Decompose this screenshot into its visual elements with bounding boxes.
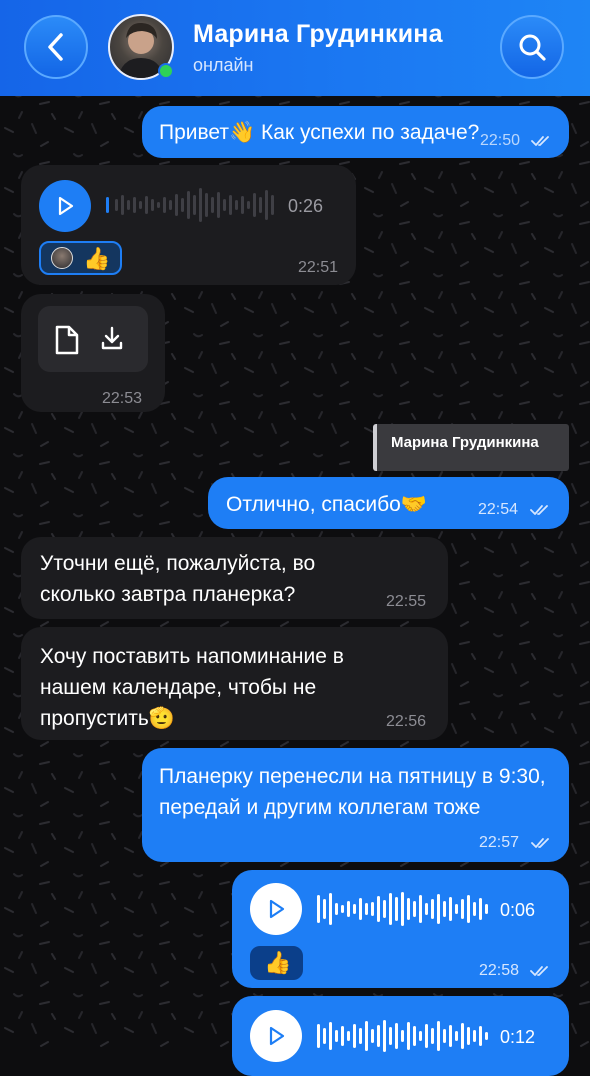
play-button[interactable] (250, 883, 302, 935)
message-text: Хочу поставить напоминание в нашем кален… (40, 645, 344, 730)
file-attachment[interactable] (38, 306, 148, 372)
message-time: 22:54 (478, 501, 519, 518)
message-time: 22:53 (102, 390, 143, 407)
play-icon (58, 196, 74, 216)
message-time: 22:58 (479, 962, 520, 979)
message-time: 22:56 (386, 713, 427, 730)
message-text: Уточни ещё, пожалуйста, во сколько завтр… (40, 552, 316, 606)
play-icon (269, 899, 285, 919)
voice-duration: 0:06 (500, 900, 536, 920)
reply-author: Марина Грудинкина (391, 434, 539, 451)
message-outgoing-voice[interactable]: 0:06 👍 22:58 (232, 870, 569, 988)
download-icon[interactable] (100, 326, 124, 352)
message-time: 22:55 (386, 593, 427, 610)
contact-name[interactable]: Марина Грудинкина (193, 20, 443, 49)
contact-status: онлайн (193, 55, 254, 75)
reaction-avatar (51, 247, 73, 269)
play-icon (269, 1026, 285, 1046)
back-button[interactable] (24, 15, 88, 79)
reaction-emoji: 👍 (83, 246, 111, 271)
voice-waveform[interactable] (106, 185, 281, 225)
message-text: Привет👋 Как успехи по задаче? (159, 121, 480, 144)
double-check-icon (530, 966, 548, 976)
chevron-left-icon (48, 33, 63, 61)
double-check-icon (531, 838, 549, 848)
reaction-badge[interactable]: 👍 (39, 241, 122, 275)
message-incoming-file[interactable]: 22:53 (21, 294, 165, 412)
message-incoming[interactable]: Хочу поставить напоминание в нашем кален… (21, 627, 448, 740)
message-outgoing[interactable]: Планерку перенесли на пятницу в 9:30, пе… (142, 748, 569, 862)
message-time: 22:57 (479, 834, 520, 851)
chat-header: Марина Грудинкина онлайн (0, 0, 590, 96)
double-check-icon (530, 505, 548, 515)
message-time: 22:50 (480, 132, 521, 149)
reaction-emoji: 👍 (264, 950, 292, 975)
play-button[interactable] (39, 180, 91, 232)
message-text: Планерку перенесли на пятницу в 9:30, пе… (159, 765, 546, 819)
message-time: 22:51 (298, 259, 339, 276)
voice-duration: 0:26 (288, 196, 324, 216)
message-text: Отлично, спасибо🤝 (226, 493, 427, 516)
play-button[interactable] (250, 1010, 302, 1062)
message-incoming-voice[interactable]: 0:26 👍 22:51 (21, 165, 356, 285)
message-outgoing[interactable]: Отлично, спасибо🤝 22:54 (208, 477, 569, 529)
voice-waveform[interactable] (317, 889, 492, 929)
reply-quote[interactable]: Марина Грудинкина (373, 424, 569, 471)
message-outgoing[interactable]: Привет👋 Как успехи по задаче? 22:50 (142, 106, 569, 158)
double-check-icon (531, 136, 549, 146)
reaction-badge[interactable]: 👍 (250, 946, 303, 980)
message-outgoing-voice[interactable]: 0:12 (232, 996, 569, 1076)
search-icon (519, 34, 546, 61)
online-indicator (158, 63, 174, 79)
voice-waveform[interactable] (317, 1016, 492, 1056)
voice-duration: 0:12 (500, 1027, 536, 1047)
search-button[interactable] (500, 15, 564, 79)
file-icon (55, 325, 79, 355)
message-incoming[interactable]: Уточни ещё, пожалуйста, во сколько завтр… (21, 537, 448, 619)
